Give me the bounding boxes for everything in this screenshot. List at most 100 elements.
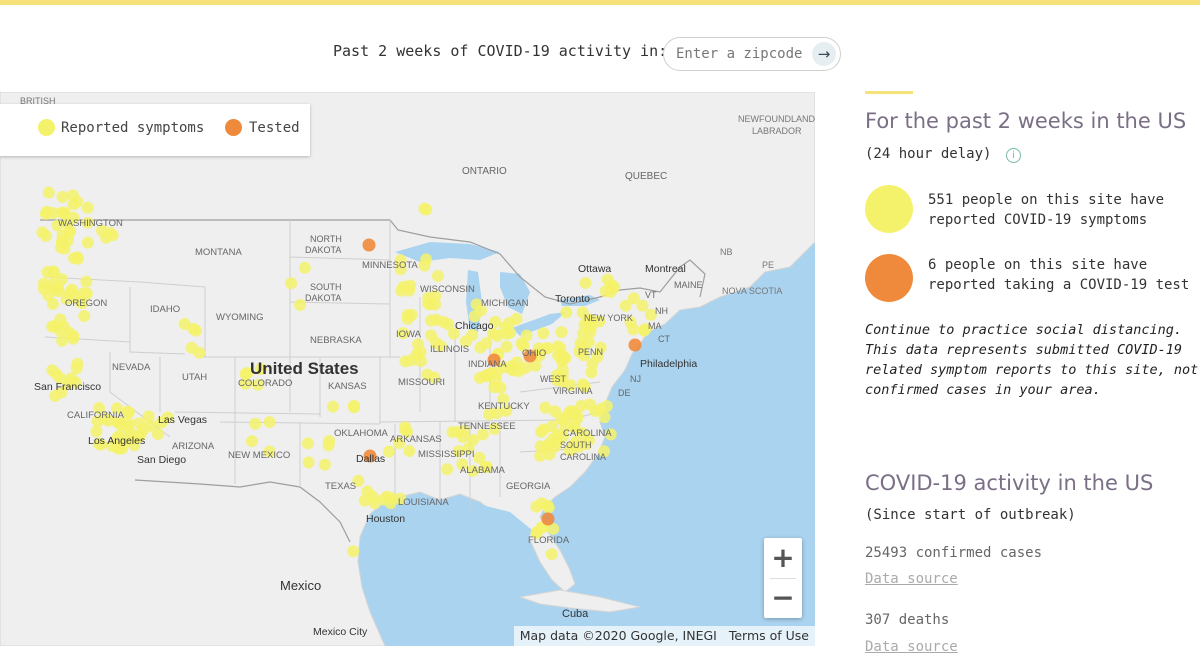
symptom-dot [71, 251, 84, 264]
symptom-dot [425, 314, 438, 327]
map-label-philadelphia: Philadelphia [640, 358, 697, 370]
map-label-las-vegas: Las Vegas [158, 414, 207, 426]
symptom-dot [285, 277, 298, 290]
map-canvas[interactable]: BRITISHNEWFOUNDLANDLABRADORONTARIO QUEBEC… [0, 92, 815, 646]
map-label-ct: CT [658, 334, 670, 344]
symptom-dot [405, 308, 418, 321]
symptom-dot [510, 312, 523, 325]
symptom-dot [539, 401, 552, 414]
map-label-missouri: MISSOURI [398, 377, 445, 388]
map-label-kentucky: KENTUCKY [478, 401, 530, 412]
map-label-nova-scotia: NOVA SCOTIA [722, 286, 782, 296]
map-label-nj: NJ [630, 374, 641, 384]
zoom-out-button[interactable]: − [764, 578, 802, 618]
map-label-montana: MONTANA [195, 247, 242, 258]
data-source-link-2[interactable]: Data source [865, 639, 958, 655]
arrow-right-icon[interactable]: → [812, 42, 836, 66]
symptom-dot [399, 421, 412, 434]
map-label-nb: NB [720, 247, 733, 257]
symptom-dot [557, 351, 570, 364]
map-label-florida: FLORIDA [528, 535, 570, 546]
symptom-dot [545, 548, 558, 561]
confirmed-cases: 25493 confirmed cases [865, 545, 1043, 561]
symptom-dot [56, 229, 69, 242]
symptom-dot [189, 324, 202, 337]
map-label-wisconsin: WISCONSIN [420, 284, 475, 295]
map-label-texas: TEXAS [325, 481, 356, 492]
map-label-new-mexico: NEW MEXICO [228, 450, 290, 461]
total-title: COVID-19 activity in the US [865, 471, 1154, 495]
symptom-dot [106, 229, 119, 242]
map-label-ma: MA [648, 321, 662, 331]
symptoms-legend-dot [38, 119, 55, 136]
symptom-dot [326, 400, 339, 413]
map-label-quebec: QUEBEC [625, 171, 667, 182]
symptom-dot [36, 226, 49, 239]
symptom-dot [431, 270, 444, 283]
map-label-de: DE [618, 388, 631, 398]
map-label-nebraska: NEBRASKA [310, 335, 362, 346]
map-label-mexico-city: Mexico City [313, 626, 368, 638]
map[interactable]: BRITISH NEWFOUNDLAND LABRADOR ONTARIO QUEBEC… [0, 92, 815, 646]
zipcode-input[interactable] [676, 44, 808, 64]
symptom-dot [473, 451, 486, 464]
attribution-text: Map data ©2020 Google, INEGI [519, 628, 717, 643]
symptom-dot [81, 236, 94, 249]
symptom-dot [537, 423, 550, 436]
map-label-maine: MAINE [674, 280, 703, 290]
symptom-dot [418, 202, 431, 215]
zoom-in-button[interactable]: + [764, 538, 802, 578]
map-label-oregon: OREGON [65, 298, 107, 309]
zoom-control: + − [764, 538, 802, 618]
map-label-utah: UTAH [182, 372, 207, 383]
symptom-dot [537, 327, 550, 340]
map-label-minnesota: MINNESOTA [362, 260, 418, 271]
map-label-colorado: COLORADO [238, 378, 292, 389]
symptom-dot [446, 426, 459, 439]
symptom-dot [42, 186, 55, 199]
info-icon[interactable]: i [1006, 148, 1021, 163]
map-label-south-carolina-1: SOUTH [560, 440, 592, 450]
map-label-alabama: ALABAMA [460, 465, 506, 476]
map-label-ontario: ONTARIO [462, 166, 507, 177]
symptom-dot [474, 341, 487, 354]
symptom-dot [507, 364, 520, 377]
map-label-nevada: NEVADA [112, 362, 151, 373]
symptom-dot [46, 364, 59, 377]
map-label-los-angeles: Los Angeles [88, 435, 145, 447]
map-label-south-carolina-2: CAROLINA [560, 452, 606, 462]
map-label-cuba: Cuba [562, 608, 589, 620]
symptom-dot [627, 292, 640, 305]
symptom-dot [71, 357, 84, 370]
symptom-dot [441, 463, 454, 476]
distancing-note: Continue to practice social distancing. … [865, 322, 1199, 398]
symptom-dot [520, 329, 533, 342]
symptom-dot [249, 417, 262, 430]
map-label-mississippi: MISSISSIPPI [418, 449, 475, 460]
symptoms-dot [865, 185, 913, 233]
symptom-dot [530, 500, 543, 513]
map-label-oklahoma: OKLAHOMA [334, 428, 389, 439]
symptom-dot [347, 545, 360, 558]
symptom-dot [302, 456, 315, 469]
map-label-nh: NH [655, 306, 668, 316]
header: Past 2 weeks of COVID-19 activity in: → [0, 5, 1200, 73]
map-label-newfoundland: NEWFOUNDLAND [738, 114, 815, 124]
terms-link[interactable]: Terms of Use [729, 628, 809, 643]
map-attribution: Map data ©2020 Google, INEGI Terms of Us… [513, 626, 815, 646]
symptoms-stat: 551 people on this site have reported CO… [928, 192, 1165, 228]
map-label-washington: WASHINGTON [58, 218, 123, 229]
map-label-north-dakota-1: NORTH [310, 234, 342, 244]
symptom-dot [541, 499, 554, 512]
symptom-dot [480, 370, 493, 383]
symptom-dot [71, 195, 84, 208]
tested-dot [541, 512, 555, 526]
symptom-dot [594, 403, 607, 416]
symptom-dot [298, 261, 311, 274]
symptom-dot [385, 492, 398, 505]
symptom-dot [81, 201, 94, 214]
data-source-link-1[interactable]: Data source [865, 571, 958, 587]
map-label-arkansas: ARKANSAS [390, 434, 442, 445]
map-label-ohio: OHIO [522, 348, 546, 359]
map-label-virginia: VIRGINIA [553, 386, 593, 396]
